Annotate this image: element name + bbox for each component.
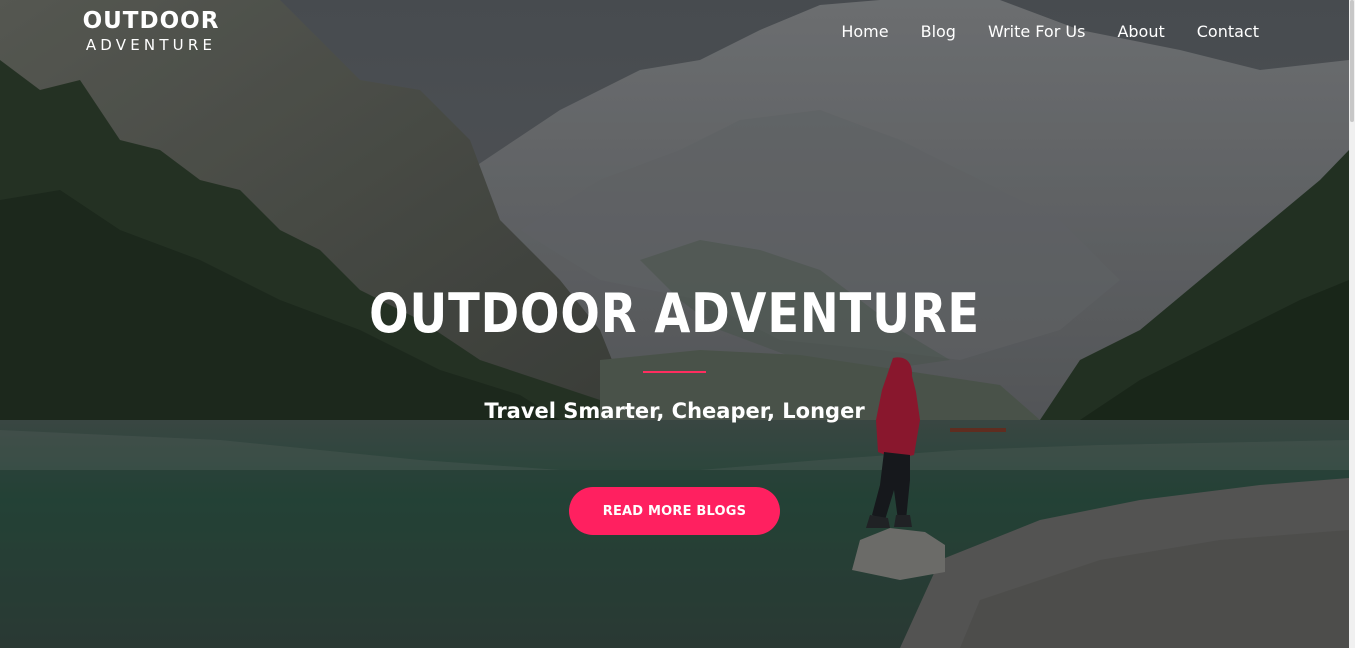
nav-item-write-for-us[interactable]: Write For Us	[988, 21, 1085, 43]
hero-divider	[643, 371, 706, 373]
page: OUTDOOR ADVENTURE Home Blog Write For Us…	[0, 0, 1355, 648]
main-nav: Home Blog Write For Us About Contact	[809, 21, 1259, 43]
logo-line2: ADVENTURE	[85, 36, 217, 54]
read-more-blogs-button[interactable]: READ MORE BLOGS	[569, 487, 780, 535]
nav-item-about[interactable]: About	[1117, 21, 1164, 43]
nav-item-blog[interactable]: Blog	[921, 21, 956, 43]
site-logo[interactable]: OUTDOOR ADVENTURE	[75, 8, 227, 55]
vertical-scrollbar[interactable]	[1349, 0, 1355, 648]
logo-line1: OUTDOOR	[82, 8, 220, 34]
nav-item-contact[interactable]: Contact	[1197, 21, 1259, 43]
hero-title: OUTDOOR ADVENTURE	[369, 282, 980, 345]
scrollbar-thumb[interactable]	[1350, 0, 1354, 122]
nav-item-home[interactable]: Home	[841, 21, 888, 43]
hero-subtitle: Travel Smarter, Cheaper, Longer	[484, 399, 865, 423]
